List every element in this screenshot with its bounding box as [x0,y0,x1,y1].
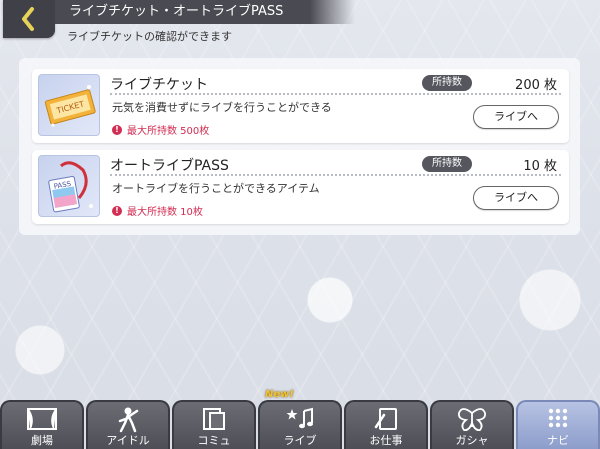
navi-icon [518,405,598,433]
gacha-icon [432,405,512,433]
tab-commu[interactable]: コミュ [172,400,256,449]
go-to-live-button[interactable]: ライブへ [473,186,559,210]
owned-count: 200 枚 [515,78,557,93]
alert-icon: ! [112,205,122,216]
back-button[interactable] [3,0,55,38]
tab-label: アイドル [106,434,150,447]
divider [110,174,561,176]
bottom-nav: 劇場 アイドル コミュ ライブ お仕事 ガシャ ナビ [0,400,600,449]
tab-theater[interactable]: 劇場 [0,400,84,449]
tab-idol[interactable]: アイドル [86,400,170,449]
header: ライブチケット・オートライブPASS ライブチケットの確認ができます [0,0,600,48]
work-icon [346,405,426,433]
tab-gacha[interactable]: ガシャ [430,400,514,449]
page-title: ライブチケット・オートライブPASS [55,0,355,24]
chevron-left-icon [22,7,34,31]
new-badge: New! [265,389,294,400]
tab-label: 劇場 [31,434,53,447]
max-owned-text: 最大所持数 10枚 [127,207,203,218]
item-name: ライブチケット [110,77,208,93]
item-name: オートライブPASS [110,158,229,174]
max-owned-text: 最大所持数 500枚 [127,126,210,137]
live-icon [260,405,340,433]
go-to-live-button[interactable]: ライブへ [473,105,559,129]
max-owned: ! 最大所持数 10枚 [112,203,203,218]
tab-label: コミュ [197,434,231,447]
theater-icon [2,405,82,433]
pass-icon: PASS [38,155,100,217]
ticket-icon: TICKET [38,74,100,136]
max-owned: ! 最大所持数 500枚 [112,122,209,137]
tab-label: ライブ [283,434,317,447]
tab-label: お仕事 [369,434,403,447]
commu-icon [174,405,254,433]
tab-label: ナビ [547,434,569,447]
list-item: TICKET ライブチケット 所持数 200 枚 元気を消費せずにライブを行うこ… [32,69,569,143]
alert-icon: ! [112,124,122,135]
item-list-panel: TICKET ライブチケット 所持数 200 枚 元気を消費せずにライブを行うこ… [19,58,580,235]
tab-work[interactable]: お仕事 [344,400,428,449]
tab-label: ガシャ [455,434,489,447]
owned-count: 10 枚 [523,159,557,174]
idol-icon [88,405,168,433]
list-item: PASS オートライブPASS 所持数 10 枚 オートライブを行うことができる… [32,150,569,224]
owned-badge: 所持数 [422,156,472,172]
owned-badge: 所持数 [422,75,472,91]
tab-navi[interactable]: ナビ [516,400,600,449]
divider [110,93,561,95]
tab-live[interactable]: ライブ [258,400,342,449]
item-description: オートライブを行うことができるアイテム [112,182,320,195]
page-subtitle: ライブチケットの確認ができます [67,30,232,43]
item-description: 元気を消費せずにライブを行うことができる [112,101,332,114]
